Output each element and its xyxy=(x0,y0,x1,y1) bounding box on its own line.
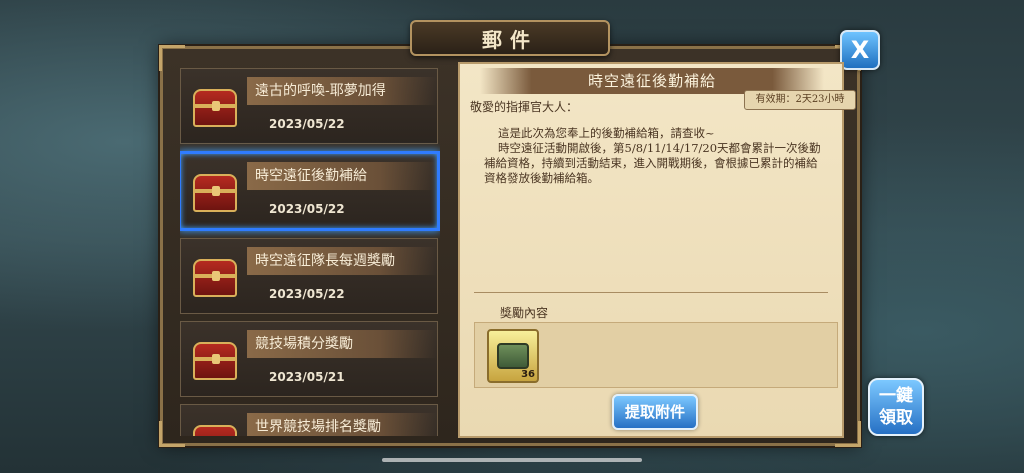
mail-list: 遠古的呼喚-耶夢加得 2023/05/22 時空遠征後勤補給 2023/05/2… xyxy=(180,68,440,436)
expiry-badge: 有效期：2天23小時 xyxy=(744,90,856,110)
mail-title: 時空遠征後勤補給 xyxy=(247,162,437,190)
reward-count: 36 xyxy=(521,369,535,380)
mail-date: 2023/05/22 xyxy=(269,117,345,131)
mail-body-paragraph: 這是此次為您奉上的後勤補給箱，請查收~ xyxy=(498,126,715,140)
reward-area: 36 xyxy=(474,322,838,388)
treasure-chest-icon xyxy=(193,342,237,380)
reward-item[interactable]: 36 xyxy=(487,329,539,383)
mail-item[interactable]: 遠古的呼喚-耶夢加得 2023/05/22 xyxy=(180,68,438,144)
mail-title: 競技場積分獎勵 xyxy=(247,330,437,358)
mail-title: 世界競技場排名獎勵 xyxy=(247,413,437,436)
mail-detail: 時空遠征後勤補給 有效期：2天23小時 敬愛的指揮官大人： 這是此次為您奉上的後… xyxy=(458,62,856,438)
window-title-plate: 郵件 xyxy=(410,20,610,56)
mail-item-selected[interactable]: 時空遠征後勤補給 2023/05/22 xyxy=(180,151,440,231)
claim-all-label: 一鍵領取 xyxy=(879,386,913,428)
reward-label: 獎勵內容 xyxy=(500,306,549,320)
mail-title: 時空遠征隊長每週獎勵 xyxy=(247,247,437,275)
mail-date: 2023/05/22 xyxy=(269,287,345,301)
mail-date: 2023/05/21 xyxy=(269,370,345,384)
close-button[interactable]: X xyxy=(840,30,880,70)
mail-title: 遠古的呼喚-耶夢加得 xyxy=(247,77,437,105)
mail-item[interactable]: 世界競技場排名獎勵 xyxy=(180,404,438,436)
claim-all-button[interactable]: 一鍵領取 xyxy=(868,378,924,436)
mail-item[interactable]: 競技場積分獎勵 2023/05/21 xyxy=(180,321,438,397)
mail-item[interactable]: 時空遠征隊長每週獎勵 2023/05/22 xyxy=(180,238,438,314)
treasure-chest-icon xyxy=(193,259,237,297)
supply-chest-icon xyxy=(497,343,529,369)
mail-date: 2023/05/22 xyxy=(269,202,345,216)
divider xyxy=(474,292,828,293)
treasure-chest-icon xyxy=(193,174,237,212)
window-title: 郵件 xyxy=(482,27,538,52)
close-icon: X xyxy=(850,36,870,64)
mail-greeting: 敬愛的指揮官大人： xyxy=(470,100,579,114)
home-indicator[interactable] xyxy=(382,458,642,462)
mail-body-paragraph: 時空遠征活動開啟後，第5/8/11/14/17/20天都會累計一次後勤補給資格，… xyxy=(484,141,821,185)
claim-attachment-button[interactable]: 提取附件 xyxy=(612,394,698,430)
treasure-chest-icon xyxy=(193,89,237,127)
mail-body: 這是此次為您奉上的後勤補給箱，請查收~ 時空遠征活動開啟後，第5/8/11/14… xyxy=(484,126,824,186)
treasure-chest-icon xyxy=(193,425,237,436)
